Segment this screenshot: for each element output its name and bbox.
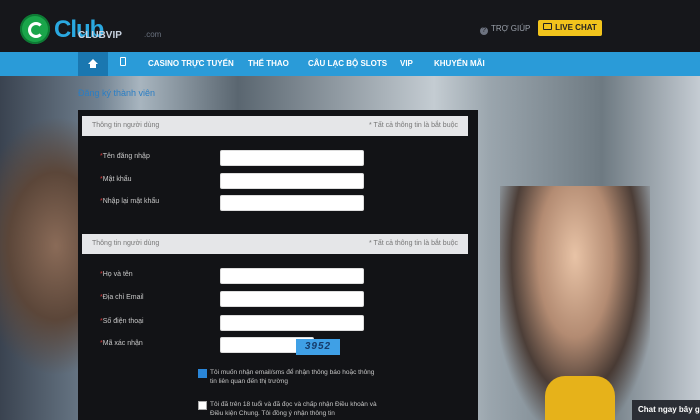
mobile-icon	[120, 57, 126, 66]
top-header: Club CLUBVIP .com ? TRỢ GIÚP LIVE CHAT	[0, 0, 700, 52]
password-input[interactable]	[220, 173, 364, 189]
chat-now-button[interactable]: Chat ngay bây g	[632, 400, 700, 420]
section-title: Thông tin người dùng	[92, 122, 160, 129]
logo-icon	[20, 14, 50, 44]
nav-casino[interactable]: CASINO TRỰC TUYẾN	[148, 52, 234, 76]
site-logo[interactable]: Club CLUBVIP .com	[20, 14, 170, 46]
registration-form: Thông tin người dùng * Tất cả thông tin …	[78, 110, 478, 420]
nav-home[interactable]	[78, 52, 108, 76]
required-note: * Tất cả thông tin là bắt buộc	[369, 122, 458, 129]
live-chat-button[interactable]: LIVE CHAT	[538, 20, 602, 36]
confirm-password-input[interactable]	[220, 195, 364, 211]
captcha-label: *Mã xác nhận	[100, 340, 143, 347]
confirm-password-label: *Nhập lại mật khẩu	[100, 198, 160, 205]
page-breadcrumb[interactable]: Đăng ký thành viên	[78, 88, 155, 98]
password-label: *Mật khẩu	[100, 176, 132, 183]
username-row: *Tên đăng nhập	[100, 150, 460, 166]
help-link[interactable]: ? TRỢ GIÚP	[480, 24, 530, 35]
newsletter-checkbox[interactable]	[198, 369, 207, 378]
live-chat-label: LIVE CHAT	[555, 23, 597, 32]
main-nav: CASINO TRỰC TUYẾN THỂ THAO CÂU LẠC BỘ SL…	[0, 52, 700, 76]
nav-promotions[interactable]: KHUYẾN MÃI	[434, 52, 485, 76]
home-icon	[88, 59, 98, 68]
phone-label: *Số điện thoại	[100, 318, 144, 325]
captcha-row: *Mã xác nhận	[100, 337, 460, 353]
email-input[interactable]	[220, 291, 364, 307]
fullname-input[interactable]	[220, 268, 364, 284]
nav-sports[interactable]: THỂ THAO	[248, 52, 289, 76]
logo-domain: .com	[144, 30, 162, 39]
section-header: Thông tin người dùng * Tất cả thông tin …	[82, 234, 468, 254]
fullname-label: *Họ và tên	[100, 271, 133, 278]
required-note: * Tất cả thông tin là bắt buộc	[369, 240, 458, 247]
phone-input[interactable]	[220, 315, 364, 331]
password-row: *Mật khẩu	[100, 173, 460, 189]
email-label: *Địa chỉ Email	[100, 294, 144, 301]
phone-row: *Số điện thoại	[100, 315, 460, 331]
username-label: *Tên đăng nhập	[100, 153, 150, 160]
help-label: TRỢ GIÚP	[491, 24, 531, 33]
chat-icon	[543, 23, 553, 30]
jersey-image	[545, 376, 615, 420]
username-input[interactable]	[220, 150, 364, 166]
nav-mobile[interactable]	[116, 52, 130, 76]
logo-subtext: CLUBVIP	[78, 30, 122, 41]
question-icon: ?	[480, 27, 488, 35]
newsletter-text: Tôi muốn nhận email/sms để nhận thông bá…	[210, 369, 375, 385]
confirm-password-row: *Nhập lại mật khẩu	[100, 195, 460, 211]
terms-checkbox[interactable]	[198, 401, 207, 410]
fullname-row: *Họ và tên	[100, 268, 460, 284]
nav-slots[interactable]: CÂU LẠC BỘ SLOTS	[308, 52, 387, 76]
terms-text: Tôi đã trên 18 tuổi và đã đọc và chấp nh…	[210, 401, 377, 417]
email-row: *Địa chỉ Email	[100, 291, 460, 307]
nav-vip[interactable]: VIP	[400, 52, 413, 76]
section-header: Thông tin người dùng * Tất cả thông tin …	[82, 116, 468, 136]
captcha-image: 3952	[296, 339, 340, 355]
section-title: Thông tin người dùng	[92, 240, 160, 247]
